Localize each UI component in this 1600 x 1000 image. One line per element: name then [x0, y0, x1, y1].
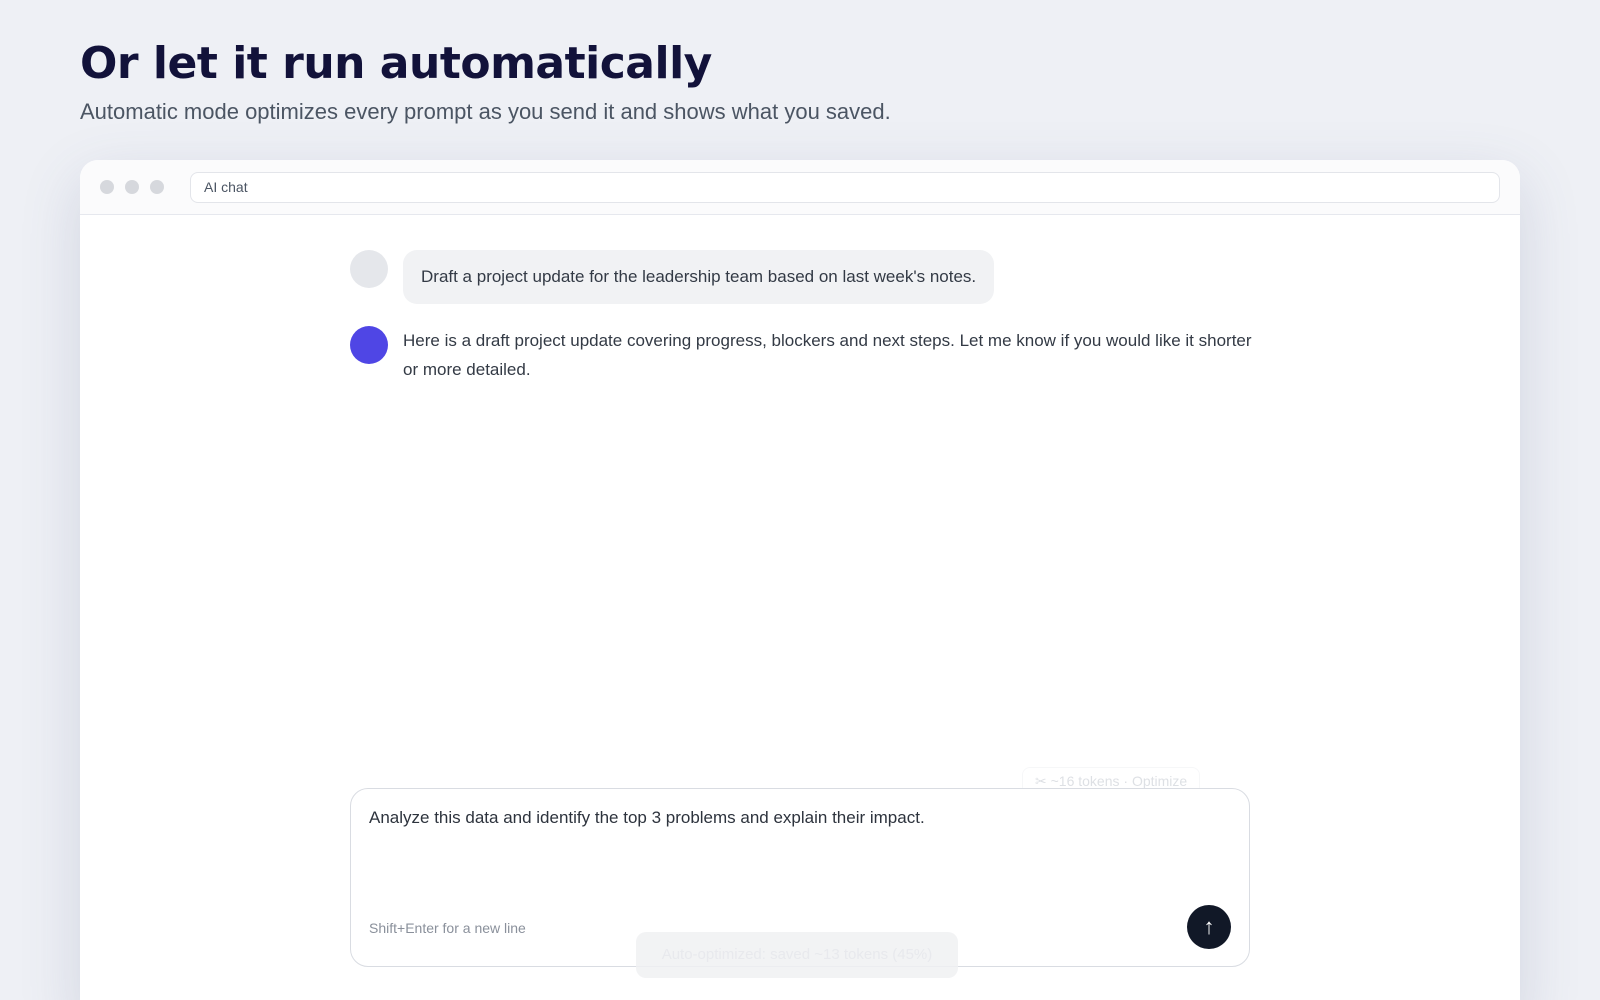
assistant-avatar [350, 326, 388, 364]
chat-window: AI chat Draft a project update for the l… [80, 160, 1520, 1000]
window-minimize-dot[interactable] [125, 180, 139, 194]
assistant-message: Here is a draft project update covering … [403, 331, 1252, 379]
send-button[interactable]: ↑ [1187, 905, 1231, 949]
user-avatar [350, 250, 388, 288]
user-message: Draft a project update for the leadershi… [403, 250, 995, 304]
page-title: Or let it run automatically [80, 38, 712, 89]
window-close-dot[interactable] [100, 180, 114, 194]
window-maximize-dot[interactable] [150, 180, 164, 194]
arrow-up-icon: ↑ [1203, 914, 1215, 939]
window-titlebar: AI chat [80, 160, 1520, 215]
address-bar[interactable]: AI chat [190, 172, 1500, 203]
auto-optimized-toast: Auto-optimized: saved ~13 tokens (45%) [636, 932, 958, 978]
page-subtitle: Automatic mode optimizes every prompt as… [80, 99, 891, 124]
message-input[interactable]: Analyze this data and identify the top 3… [369, 808, 1189, 828]
composer-hint: Shift+Enter for a new line [369, 920, 526, 936]
